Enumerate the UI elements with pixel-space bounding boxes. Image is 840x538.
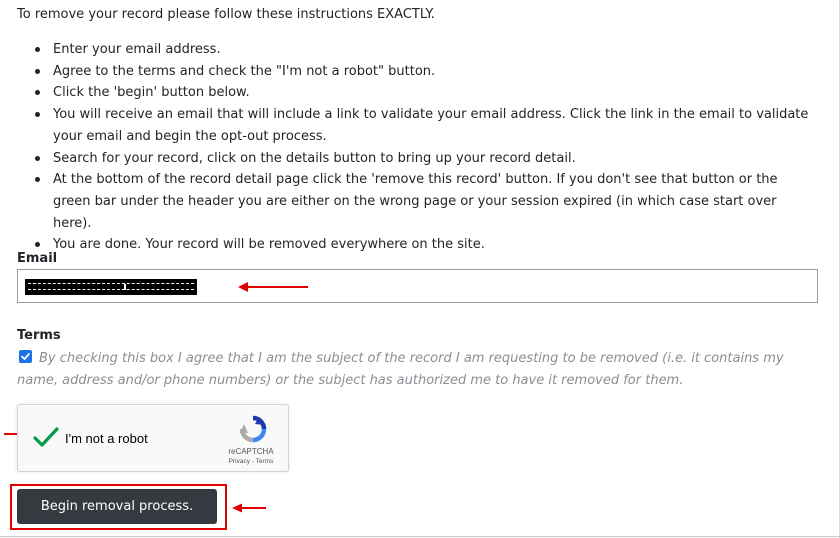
instruction-step: Click the 'begin' button below. xyxy=(35,82,817,104)
redacted-email-value xyxy=(25,279,197,295)
email-field[interactable] xyxy=(17,269,818,303)
terms-checkbox[interactable] xyxy=(19,350,32,363)
text-caret xyxy=(124,284,126,290)
recaptcha-brand: reCAPTCHA xyxy=(228,447,274,456)
recaptcha-terms-link[interactable]: Terms xyxy=(256,458,274,465)
email-label: Email xyxy=(17,251,58,266)
recaptcha-logo-icon xyxy=(239,415,267,443)
submit-arrow-annotation xyxy=(232,503,266,513)
recaptcha-widget: I'm not a robot reCAPTCHA Privacy - Term… xyxy=(17,404,289,472)
recaptcha-privacy-link[interactable]: Privacy xyxy=(229,458,250,465)
robot-checkmark-icon[interactable] xyxy=(32,423,60,451)
instruction-step: Search for your record, click on the det… xyxy=(35,148,817,170)
instruction-step: At the bottom of the record detail page … xyxy=(35,169,817,234)
email-arrow-annotation xyxy=(238,282,308,292)
instruction-step: You will receive an email that will incl… xyxy=(35,104,817,147)
instruction-step: Enter your email address. xyxy=(35,39,817,61)
recaptcha-links: Privacy - Terms xyxy=(214,458,288,466)
page-bottom-border xyxy=(0,536,840,537)
begin-removal-button[interactable]: Begin removal process. xyxy=(17,489,217,524)
instruction-step: You are done. Your record will be remove… xyxy=(35,234,817,256)
instruction-step: Agree to the terms and check the "I'm no… xyxy=(35,61,817,83)
terms-agreement-text: By checking this box I agree that I am t… xyxy=(17,351,784,388)
instructions-intro: To remove your record please follow thes… xyxy=(17,7,435,22)
check-icon xyxy=(21,353,30,360)
instructions-list: Enter your email address. Agree to the t… xyxy=(17,39,817,256)
recaptcha-label: I'm not a robot xyxy=(65,431,148,446)
terms-label: Terms xyxy=(17,328,61,343)
